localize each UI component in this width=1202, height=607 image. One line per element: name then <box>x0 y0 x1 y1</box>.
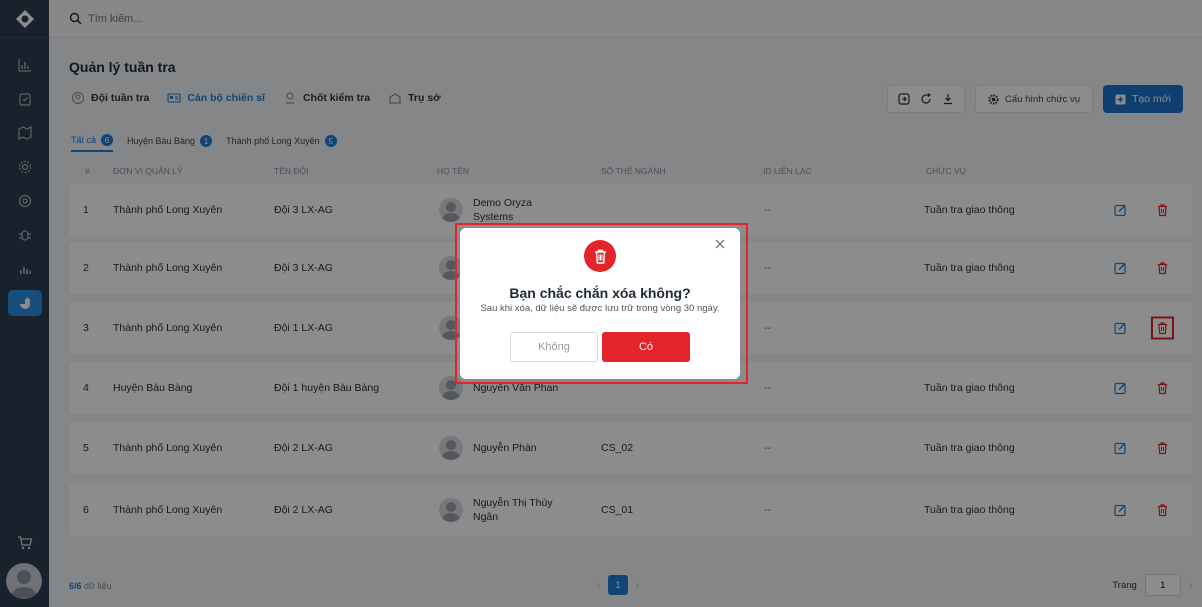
dialog-message: Sau khi xóa, dữ liệu sẽ được lưu trữ tro… <box>480 303 720 314</box>
confirm-delete-button[interactable]: Có <box>602 332 690 362</box>
close-icon[interactable] <box>714 238 726 250</box>
cancel-button[interactable]: Không <box>510 332 598 362</box>
delete-confirm-dialog: Bạn chắc chắn xóa không? Sau khi xóa, dữ… <box>460 228 740 379</box>
dialog-title: Bạn chắc chắn xóa không? <box>509 285 691 301</box>
trash-icon <box>594 249 606 264</box>
warning-badge <box>584 240 616 272</box>
